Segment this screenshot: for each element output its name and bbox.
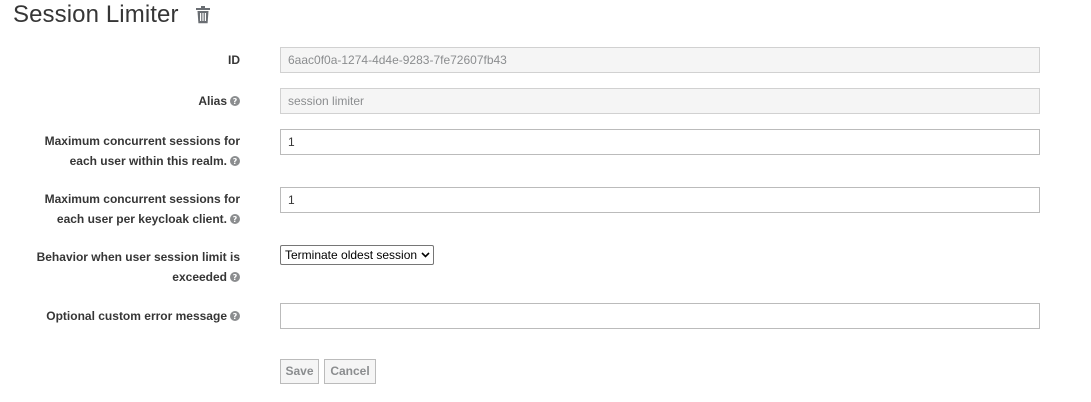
alias-field[interactable] [280,88,1040,114]
id-label: ID [20,50,240,70]
max-sessions-client-label-line1: Maximum concurrent sessions for [44,192,240,206]
page-header: Session Limiter [13,0,211,32]
behavior-label: Behavior when user session limit is exce… [20,247,240,287]
max-sessions-realm-field[interactable] [280,129,1040,155]
svg-text:?: ? [233,312,238,321]
max-sessions-realm-label-line1: Maximum concurrent sessions for [44,134,240,148]
max-sessions-client-label-line2: each user per keycloak client. [56,212,227,226]
question-circle-icon[interactable]: ? [230,96,240,106]
max-sessions-client-field[interactable] [280,187,1040,213]
max-sessions-realm-label-line2: each user within this realm. [69,154,227,168]
question-circle-icon[interactable]: ? [230,214,240,224]
cancel-button[interactable]: Cancel [324,359,376,384]
svg-text:?: ? [233,157,238,166]
svg-text:?: ? [233,97,238,106]
id-label-text: ID [228,53,240,67]
chevron-down-icon [421,252,430,258]
error-message-label-text: Optional custom error message [46,309,227,323]
alias-label: Alias? [20,91,240,111]
question-circle-icon[interactable]: ? [230,311,240,321]
behavior-label-line1: Behavior when user session limit is [36,250,240,264]
save-button[interactable]: Save [280,359,319,384]
svg-text:?: ? [233,215,238,224]
trash-icon[interactable] [195,6,211,24]
svg-text:?: ? [233,273,238,282]
behavior-selected-value: Terminate oldest session [285,248,418,262]
error-message-label: Optional custom error message? [20,306,240,326]
error-message-field[interactable] [280,303,1040,329]
id-field[interactable] [280,47,1040,73]
question-circle-icon[interactable]: ? [230,156,240,166]
alias-label-text: Alias [198,94,227,108]
max-sessions-realm-label: Maximum concurrent sessions for each use… [20,131,240,171]
behavior-select[interactable]: Terminate oldest session [280,245,435,265]
page-title: Session Limiter [13,1,179,28]
behavior-label-line2: exceeded [172,270,227,284]
question-circle-icon[interactable]: ? [230,272,240,282]
max-sessions-client-label: Maximum concurrent sessions for each use… [20,189,240,229]
